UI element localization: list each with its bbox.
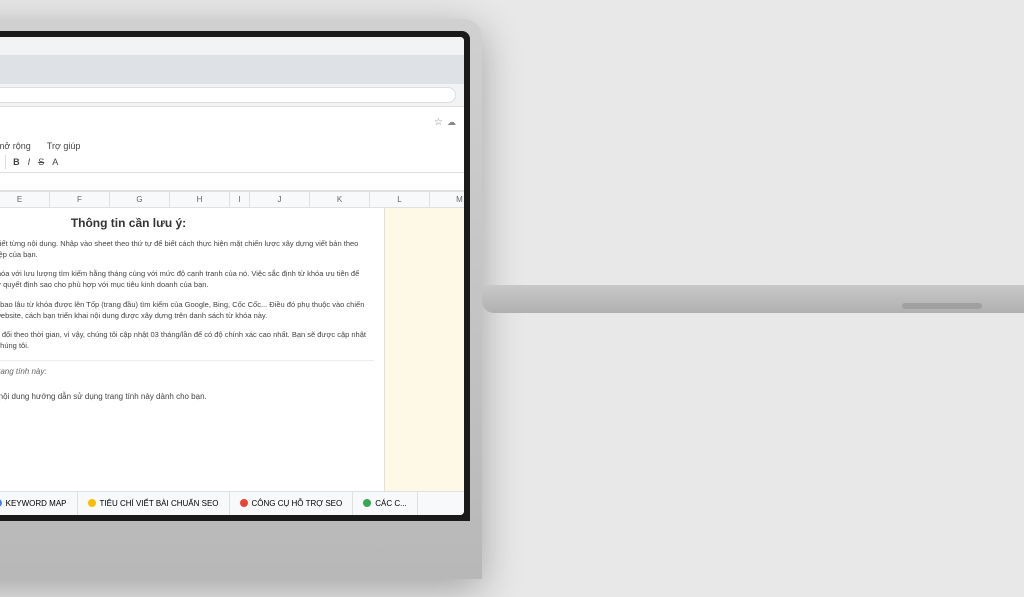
yellow-side-panel: [384, 208, 464, 491]
info-para-2: Mẫu này thể hiện chi tiết từng từ khóa v…: [0, 268, 374, 291]
grid-content: G / GT DIGITAL Grow together: [0, 208, 464, 491]
sheet-tab-bar: + ≡ TỔNG QUAN KEYWORD RESEARCH QUẢN LÝ B…: [0, 491, 464, 515]
bottom-notes: Hãy cùng xem qua các sheet ở trang tính …: [0, 360, 374, 415]
toolbar-row: Trình bày ↩ ↪ 🖨 ⚙ 100% $ %: [0, 153, 464, 173]
sheet-section-desc: Là sheet đầu tiên, sheet hiển thị nội du…: [0, 392, 374, 401]
sheet-tab-cong-cu[interactable]: CÔNG CỤ HỖ TRỢ SEO: [230, 492, 354, 515]
laptop-screen: ✦ [TÀI CHÍNH - NGÂN HÀNG] BỘ 200 TỪ KHÓA…: [0, 37, 464, 515]
tab-label-cac-c: CÁC C...: [375, 499, 407, 508]
col-header-e[interactable]: E: [0, 192, 50, 207]
tab-label-keyword-map: KEYWORD MAP: [6, 499, 67, 508]
cloud-icon: ☁: [447, 117, 456, 128]
col-header-g[interactable]: G: [110, 192, 170, 207]
sheets-title-row: [TÀI CHÍNH - NGÂN HÀNG] BỘ 200 TỪ KHÓA V…: [0, 107, 464, 139]
tab-label-tieu-chi: TIÊU CHÍ VIẾT BÀI CHUẨN SEO: [100, 499, 219, 508]
italic-button[interactable]: I: [25, 156, 34, 168]
menu-extensions[interactable]: Tiện ích mở rộng: [0, 139, 33, 153]
bold-button[interactable]: B: [10, 156, 23, 168]
browser-tab-bar: ✦ [TÀI CHÍNH - NGÂN HÀNG] BỘ 200 TỪ KHÓA…: [0, 55, 464, 84]
laptop-base: [482, 285, 1024, 313]
address-bar[interactable]: 🔒 docs.google.com/spreadsheets: [0, 87, 456, 103]
info-para-3: Mẫu này không đề cập đến vấn đề bao lâu …: [0, 299, 374, 322]
tab-dot: [88, 499, 96, 507]
tab-dot: [240, 499, 248, 507]
col-header-l[interactable]: L: [370, 192, 430, 207]
info-para-4: Mức độ cạnh tranh từ khóa sẽ thay đổi th…: [0, 329, 374, 352]
address-bar-row: 🔒 docs.google.com/spreadsheets: [0, 84, 464, 106]
sheets-header: [TÀI CHÍNH - NGÂN HÀNG] BỘ 200 TỪ KHÓA V…: [0, 107, 464, 192]
tab-dot: [363, 499, 371, 507]
tab-label-cong-cu: CÔNG CỤ HỖ TRỢ SEO: [252, 499, 343, 508]
col-headers: A B C D E F G H I J K L M N: [0, 192, 464, 208]
font-color-button[interactable]: A: [49, 156, 61, 168]
laptop-base-wrapper: [482, 285, 1024, 313]
col-header-m[interactable]: M: [430, 192, 464, 207]
spreadsheet-body: 1 2 3 4 5 6 7 8 9 10 11 12 13 14 15 16 1: [0, 192, 464, 491]
sheet-tab-keyword-map[interactable]: KEYWORD MAP: [0, 492, 78, 515]
browser-chrome: ✦ [TÀI CHÍNH - NGÂN HÀNG] BỘ 200 TỪ KHÓA…: [0, 37, 464, 107]
col-header-h[interactable]: H: [170, 192, 230, 207]
col-header-f[interactable]: F: [50, 192, 110, 207]
laptop-frame: ✦ [TÀI CHÍNH - NGÂN HÀNG] BỘ 200 TỪ KHÓA…: [0, 19, 482, 579]
screen-bezel: ✦ [TÀI CHÍNH - NGÂN HÀNG] BỘ 200 TỪ KHÓA…: [0, 31, 470, 521]
keyword-research-label: Keyword Research: [0, 405, 374, 415]
browser-top-bar: [0, 37, 464, 55]
sheet-tab-cac-c[interactable]: CÁC C...: [353, 492, 418, 515]
star-icon[interactable]: ☆: [434, 117, 443, 128]
sheet-tab-tieu-chi[interactable]: TIÊU CHÍ VIẾT BÀI CHUẨN SEO: [78, 492, 230, 515]
col-header-j[interactable]: J: [250, 192, 310, 207]
sheet-section-title: Sheet tổng quan: [0, 380, 374, 390]
italic-note: Hãy cùng xem qua các sheet ở trang tính …: [0, 367, 374, 376]
sheets-menu-row: Tệp Chỉnh sửa Xem Chèn Định dạng Dữ liệu…: [0, 139, 464, 153]
tab-dot: [0, 499, 2, 507]
toolbar-separator: [5, 155, 6, 169]
cell-ref-row: S46 fx: [0, 173, 464, 191]
plus-button[interactable]: +: [0, 156, 1, 168]
menu-help[interactable]: Trợ giúp: [45, 139, 83, 153]
content-row: G / GT DIGITAL Grow together: [0, 208, 464, 491]
right-info-panel: Thông tin cần lưu ý: Mẫu này gồm 7 sheet…: [0, 208, 384, 491]
strikethrough-button[interactable]: S: [35, 156, 47, 168]
col-header-k[interactable]: K: [310, 192, 370, 207]
info-heading: Thông tin cần lưu ý:: [0, 216, 374, 230]
col-headers-area: A B C D E F G H I J K L M N: [0, 192, 464, 491]
col-header-i[interactable]: I: [230, 192, 250, 207]
info-para-1: Mẫu này gồm 7 sheet thể hiện chi tiết từ…: [0, 238, 374, 261]
